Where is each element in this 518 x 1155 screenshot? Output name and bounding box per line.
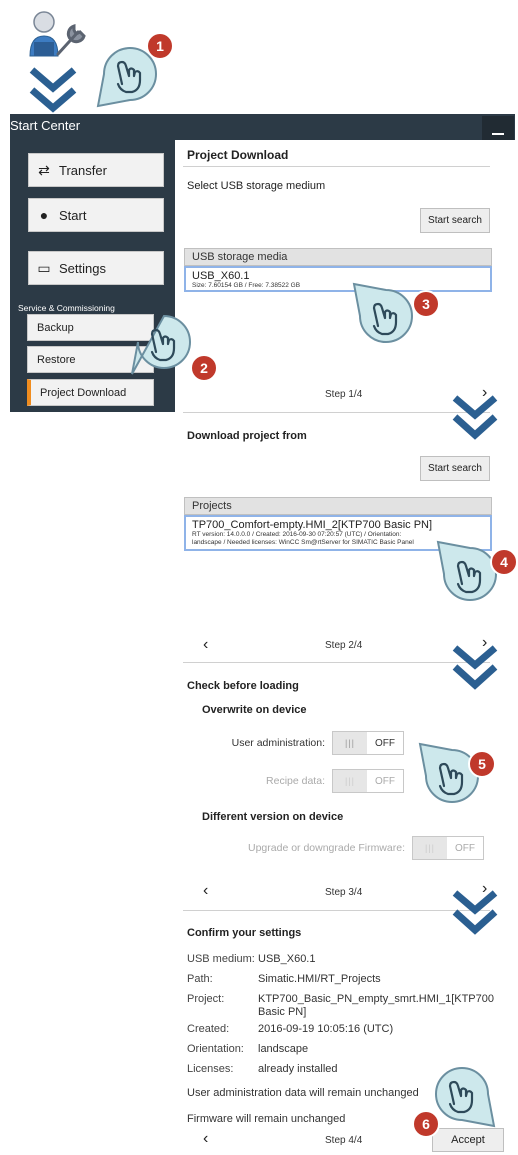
page-title: Project Download bbox=[187, 148, 289, 162]
title-bar bbox=[10, 114, 515, 140]
project-value: KTP700_Basic_PN_empty_smrt.HMI_1[KTP700 bbox=[258, 993, 494, 1005]
start-button[interactable]: ● Start bbox=[28, 198, 164, 232]
play-icon: ● bbox=[39, 207, 49, 223]
project-value-cont: Basic PN] bbox=[258, 1006, 307, 1018]
projects-list-header: Projects bbox=[184, 497, 492, 515]
double-chevron-down-icon bbox=[452, 890, 498, 935]
double-chevron-down-icon bbox=[452, 395, 498, 440]
different-version-title: Different version on device bbox=[202, 811, 344, 823]
divider bbox=[183, 166, 490, 167]
badge-1: 1 bbox=[146, 32, 174, 60]
usb-list-item[interactable]: USB_X60.1 Size: 7.60154 GB / Free: 7.385… bbox=[184, 266, 492, 292]
sidebar-item-project-download[interactable]: Project Download bbox=[27, 379, 154, 406]
usb-medium-label: USB medium: bbox=[187, 953, 255, 965]
start-search-button[interactable]: Start search bbox=[420, 208, 490, 233]
badge-5: 5 bbox=[468, 750, 496, 778]
download-from-title: Download project from bbox=[187, 430, 307, 442]
toggle-knob: ||| bbox=[333, 770, 367, 792]
usb-item-detail: Size: 7.60154 GB / Free: 7.38522 GB bbox=[192, 282, 301, 289]
settings-label: Settings bbox=[59, 260, 106, 276]
window-title: Start Center bbox=[10, 118, 81, 133]
firmware-label: Upgrade or downgrade Firmware: bbox=[248, 842, 405, 854]
overwrite-section-title: Overwrite on device bbox=[202, 704, 307, 716]
step-indicator-1: Step 1/4 bbox=[325, 389, 363, 400]
prev-arrow[interactable]: ‹ bbox=[203, 1130, 208, 1148]
toggle-state: OFF bbox=[375, 737, 395, 749]
hand-pointer-icon bbox=[436, 540, 497, 601]
toggle-knob: ||| bbox=[333, 732, 367, 754]
licenses-value: already installed bbox=[258, 1063, 338, 1075]
user-admin-label: User administration: bbox=[231, 737, 325, 749]
created-value: 2016-09-19 10:05:16 (UTC) bbox=[258, 1023, 394, 1035]
start-search-button-2[interactable]: Start search bbox=[420, 456, 490, 481]
settings-button[interactable]: ▭ Settings bbox=[28, 251, 164, 285]
toggle-state: OFF bbox=[455, 842, 475, 854]
project-item-name: TP700_Comfort-empty.HMI_2[KTP700 Basic P… bbox=[192, 519, 433, 531]
licenses-label: Licenses: bbox=[187, 1063, 234, 1075]
service-commissioning-label: Service & Commissioning bbox=[18, 303, 115, 313]
badge-6: 6 bbox=[412, 1110, 440, 1138]
select-usb-label: Select USB storage medium bbox=[187, 180, 326, 192]
step-indicator-3: Step 3/4 bbox=[325, 887, 363, 898]
path-label: Path: bbox=[187, 973, 213, 985]
toggle-state: OFF bbox=[375, 775, 395, 787]
double-chevron-down-icon bbox=[29, 67, 77, 113]
transfer-arrows-icon: ⇄ bbox=[38, 161, 50, 178]
start-label: Start bbox=[59, 207, 87, 223]
created-label: Created: bbox=[187, 1023, 230, 1035]
settings-panel-icon: ▭ bbox=[37, 259, 51, 276]
recipe-data-toggle[interactable]: ||| OFF bbox=[332, 769, 404, 793]
prev-arrow[interactable]: ‹ bbox=[203, 882, 208, 900]
recipe-data-label: Recipe data: bbox=[266, 775, 325, 787]
check-before-loading-title: Check before loading bbox=[187, 680, 299, 692]
accept-button[interactable]: Accept bbox=[432, 1128, 504, 1152]
usb-item-name: USB_X60.1 bbox=[192, 270, 250, 282]
project-item-detail-1: RT version: 14.0.0.0 / Created: 2016-09-… bbox=[192, 531, 402, 538]
project-label: Project: bbox=[187, 993, 225, 1005]
orientation-value: landscape bbox=[258, 1043, 309, 1055]
divider bbox=[183, 412, 490, 413]
hand-pointer-icon bbox=[131, 314, 191, 375]
path-value: Simatic.HMI/RT_Projects bbox=[258, 973, 381, 985]
hand-pointer-icon bbox=[352, 282, 413, 343]
badge-2: 2 bbox=[190, 354, 218, 382]
step-indicator-4: Step 4/4 bbox=[325, 1135, 363, 1146]
toggle-knob: ||| bbox=[413, 837, 447, 859]
transfer-button[interactable]: ⇄ Transfer bbox=[28, 153, 164, 187]
minimize-icon bbox=[492, 133, 504, 135]
step-indicator-2: Step 2/4 bbox=[325, 640, 363, 651]
double-chevron-down-icon bbox=[452, 645, 498, 690]
confirm-settings-title: Confirm your settings bbox=[187, 927, 302, 939]
usb-list-header: USB storage media bbox=[184, 248, 492, 266]
badge-3: 3 bbox=[412, 290, 440, 318]
user-tools-icon bbox=[29, 11, 86, 57]
divider bbox=[183, 662, 490, 663]
firmware-toggle[interactable]: ||| OFF bbox=[412, 836, 484, 860]
user-admin-note: User administration data will remain unc… bbox=[187, 1087, 419, 1099]
usb-medium-value: USB_X60.1 bbox=[258, 953, 316, 965]
orientation-label: Orientation: bbox=[187, 1043, 244, 1055]
firmware-note: Firmware will remain unchanged bbox=[187, 1113, 346, 1125]
minimize-button[interactable] bbox=[482, 116, 514, 140]
badge-4: 4 bbox=[490, 548, 518, 576]
user-admin-toggle[interactable]: ||| OFF bbox=[332, 731, 404, 755]
divider bbox=[183, 910, 490, 911]
prev-arrow[interactable]: ‹ bbox=[203, 636, 208, 654]
transfer-label: Transfer bbox=[59, 162, 107, 178]
